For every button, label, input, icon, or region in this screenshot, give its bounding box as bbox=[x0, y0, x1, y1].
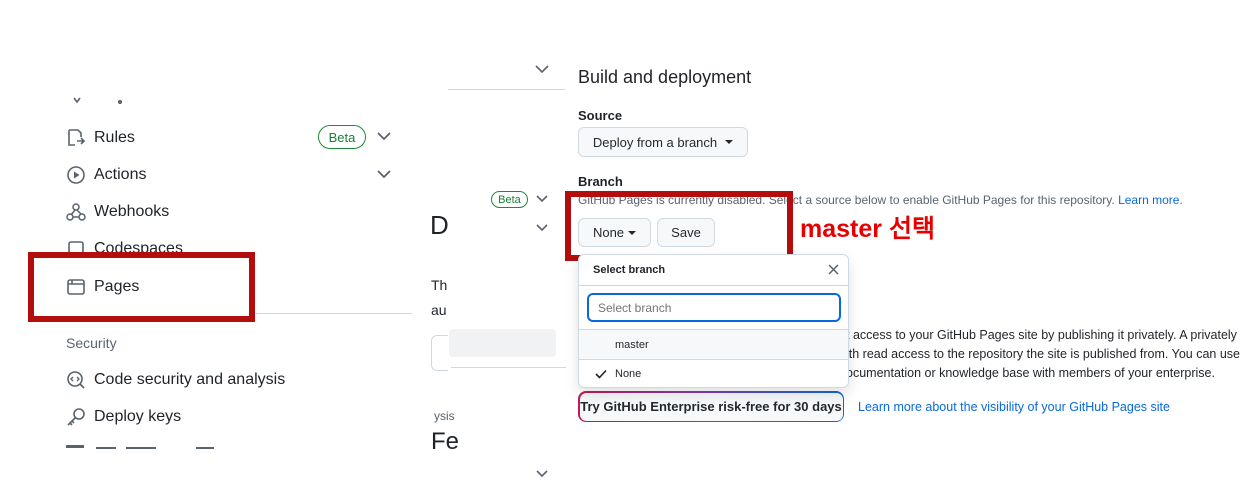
source-select-value: Deploy from a branch bbox=[592, 134, 718, 150]
text-fragment: au bbox=[431, 302, 447, 318]
visibility-text: ocumentation or knowledge base with memb… bbox=[846, 366, 1215, 380]
highlight-box-pages bbox=[28, 252, 255, 322]
sidebar-item-label: Deploy keys bbox=[94, 408, 182, 425]
source-select[interactable]: Deploy from a branch bbox=[578, 127, 748, 157]
sidebar-item-webhooks[interactable]: Webhooks bbox=[66, 197, 169, 227]
dropdown-title: Select branch bbox=[593, 264, 666, 276]
key-icon bbox=[66, 407, 86, 427]
chevron-down-icon bbox=[536, 223, 548, 232]
caret-down-icon bbox=[725, 140, 734, 144]
text-fragment: ysis bbox=[434, 409, 455, 423]
branch-filter-input[interactable] bbox=[587, 293, 841, 322]
beta-badge: Beta bbox=[491, 191, 528, 208]
visibility-text: t access to your GitHub Pages site by pu… bbox=[846, 328, 1237, 342]
sidebar-item-label: Code security and analysis bbox=[94, 371, 286, 388]
chevron-down-icon bbox=[536, 469, 548, 478]
sidebar-item-label: Webhooks bbox=[94, 203, 170, 220]
check-icon bbox=[595, 369, 607, 379]
text-fragment: Th bbox=[431, 277, 448, 293]
branch-label: Branch bbox=[578, 174, 623, 189]
highlight-box-branch bbox=[565, 191, 793, 261]
rules-icon bbox=[66, 128, 86, 148]
branch-option-master[interactable]: master bbox=[579, 329, 848, 359]
sidebar-item-label: Rules bbox=[94, 129, 135, 146]
sidebar-item-code-security[interactable]: Code security and analysis bbox=[66, 365, 285, 395]
dropdown-header: Select branch bbox=[579, 255, 848, 286]
sidebar-item-deploy-keys[interactable]: Deploy keys bbox=[66, 402, 181, 432]
chevron-down-icon bbox=[536, 194, 548, 203]
close-icon[interactable] bbox=[828, 264, 839, 275]
chevron-down-icon bbox=[535, 64, 549, 74]
visibility-text: ith read access to the repository the si… bbox=[846, 347, 1240, 361]
input-fragment bbox=[431, 335, 448, 371]
placeholder-block bbox=[449, 329, 556, 357]
branch-option-none[interactable]: None bbox=[579, 359, 848, 388]
divider bbox=[451, 367, 566, 368]
chevron-down-icon[interactable] bbox=[377, 131, 391, 141]
webhooks-icon bbox=[66, 202, 86, 222]
divider bbox=[448, 89, 565, 90]
actions-icon bbox=[66, 165, 86, 185]
section-heading-fragment: Fe bbox=[431, 428, 460, 450]
sidebar-item-partial bbox=[72, 96, 132, 106]
chevron-down-icon[interactable] bbox=[377, 169, 391, 179]
section-title: Build and deployment bbox=[578, 67, 752, 87]
branch-dropdown: Select branch master None bbox=[578, 254, 849, 388]
sidebar-item-label: Actions bbox=[94, 166, 147, 183]
beta-badge: Beta bbox=[318, 125, 366, 149]
annotation-label: master 선택 bbox=[800, 215, 935, 243]
enterprise-trial-label: Try GitHub Enterprise risk-free for 30 d… bbox=[579, 392, 843, 421]
sidebar-item-partial bbox=[66, 445, 246, 451]
page-heading-fragment: D bbox=[430, 210, 449, 240]
source-label: Source bbox=[578, 108, 623, 123]
sidebar-item-rules[interactable]: Rules bbox=[66, 123, 135, 153]
visibility-learn-more-link[interactable]: Learn more about the visibility of your … bbox=[858, 400, 1170, 414]
learn-more-link[interactable]: Learn more. bbox=[1118, 193, 1183, 207]
sidebar-item-actions[interactable]: Actions bbox=[66, 160, 146, 190]
code-security-icon bbox=[66, 370, 86, 390]
divider bbox=[256, 313, 412, 314]
enterprise-trial-button[interactable]: Try GitHub Enterprise risk-free for 30 d… bbox=[578, 391, 844, 422]
sidebar-heading-security: Security bbox=[66, 335, 117, 351]
